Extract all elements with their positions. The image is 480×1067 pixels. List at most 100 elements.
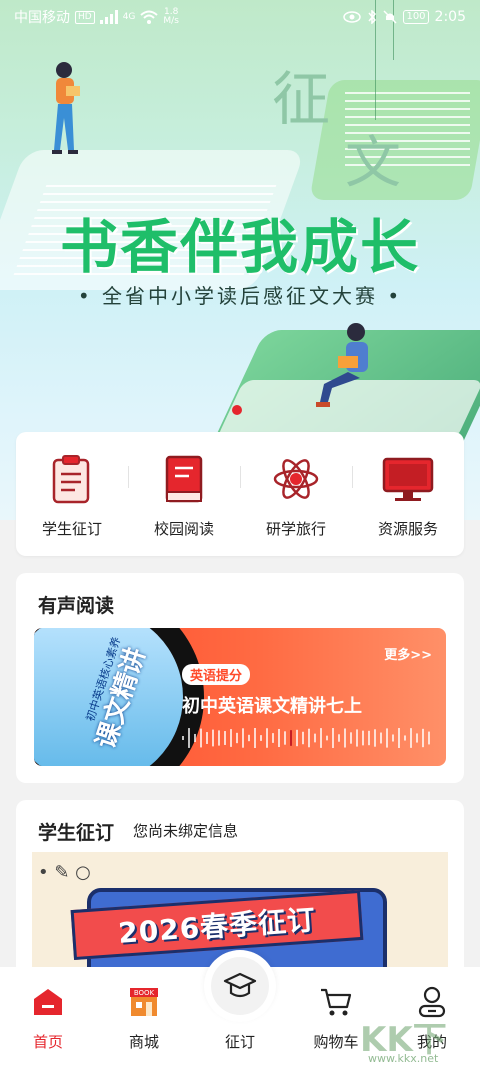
waveform-bar xyxy=(332,728,334,748)
boy-reading-illustration xyxy=(316,323,368,407)
waveform-bar xyxy=(338,734,340,742)
waveform-bar xyxy=(254,728,256,748)
promo-text: 2026春季征订 xyxy=(117,903,317,950)
girl-reading-illustration xyxy=(52,62,80,154)
waveform-bar xyxy=(350,732,352,744)
waveform-bar xyxy=(266,728,268,748)
monitor-icon xyxy=(380,452,436,506)
waveform-bar xyxy=(296,729,298,747)
section-title: 学生征订 xyxy=(38,822,115,844)
waveform-bar xyxy=(194,733,196,743)
quick-item-resource-service[interactable]: 资源服务 xyxy=(352,432,464,556)
waveform-bar xyxy=(362,730,364,746)
hero-subtitle: • 全省中小学读后感征文大赛 • xyxy=(77,284,403,308)
net-speed: 1.8 M/s xyxy=(163,8,179,26)
quick-item-label: 资源服务 xyxy=(377,520,438,538)
watermark-url: www.kkx.net xyxy=(368,1052,439,1065)
waveform-bar xyxy=(218,730,220,746)
waveform-bar xyxy=(326,735,328,741)
waveform-bar xyxy=(242,728,244,748)
quick-item-campus-reading[interactable]: 校园阅读 xyxy=(128,432,240,556)
waveform-bar xyxy=(224,731,226,745)
waveform-bar xyxy=(398,728,400,748)
waveform-bar xyxy=(320,728,322,748)
quick-item-study-travel[interactable]: 研学旅行 xyxy=(240,432,352,556)
atom-icon xyxy=(268,452,324,506)
audio-book-banner[interactable]: 初中英语核心素养 课文精讲 更多>> 英语提分 初中英语课文精讲七上 xyxy=(34,628,446,766)
carousel-indicator[interactable] xyxy=(232,405,242,415)
waveform-bar xyxy=(344,728,346,748)
net-speed-unit: M/s xyxy=(163,16,179,26)
waveform-bar xyxy=(188,728,190,748)
tab-label: 购物车 xyxy=(313,1033,359,1051)
waveform-bar xyxy=(314,733,316,743)
hero-char-wen: 文 xyxy=(345,131,401,196)
waveform-bar xyxy=(182,736,184,740)
waveform-bar xyxy=(206,732,208,744)
waveform-bar xyxy=(272,733,274,743)
wifi-icon xyxy=(140,10,159,24)
graduation-cap-icon xyxy=(223,972,257,998)
tab-store[interactable]: BOOK 商城 xyxy=(96,967,192,1067)
decor-dots: • ✎ ○ xyxy=(38,862,91,883)
waveform-bar xyxy=(302,731,304,745)
tab-label: 首页 xyxy=(32,1033,63,1051)
quick-access-card: 学生征订 校园阅读 研学旅行 资源服务 xyxy=(16,432,464,556)
waveform-bar xyxy=(392,734,394,742)
hero-title: 书香伴我成长 xyxy=(59,213,420,281)
hero-char-zheng: 征 xyxy=(272,65,331,133)
waveform-bar xyxy=(404,735,406,741)
mute-icon xyxy=(383,10,397,24)
waveform-bar xyxy=(290,730,292,746)
waveform-bar xyxy=(260,735,262,741)
vinyl-disc-icon: 初中英语核心素养 课文精讲 xyxy=(34,628,204,766)
binding-hint[interactable]: 您尚未绑定信息 xyxy=(133,820,238,841)
waveform-bar xyxy=(308,728,310,748)
store-icon: BOOK xyxy=(127,985,161,1019)
waveform-bar xyxy=(230,729,232,747)
book-cover: 初中英语核心素养 课文精讲 xyxy=(34,628,183,766)
eye-icon xyxy=(343,11,362,23)
waveform-bar xyxy=(278,728,280,748)
audio-book-title: 初中英语课文精讲七上 xyxy=(182,696,362,717)
waveform-bar xyxy=(416,733,418,743)
tab-label: 商城 xyxy=(128,1033,159,1051)
quick-item-label: 研学旅行 xyxy=(265,520,326,538)
waveform-bar xyxy=(410,728,412,748)
bluetooth-icon xyxy=(368,10,377,24)
waveform-bar xyxy=(374,729,376,747)
clock: 2:05 xyxy=(434,9,466,25)
cart-icon xyxy=(319,985,353,1019)
waveform-bar xyxy=(422,728,424,748)
network-type: 4G xyxy=(122,12,136,22)
waveform-bar xyxy=(284,731,286,745)
waveform-bar xyxy=(248,734,250,742)
book-icon xyxy=(156,452,212,506)
waveform-bar xyxy=(386,728,388,748)
quick-item-label: 学生征订 xyxy=(41,520,102,538)
clipboard-icon xyxy=(44,452,100,506)
waveform-bar xyxy=(380,732,382,744)
subscribe-center-button[interactable] xyxy=(204,950,276,1022)
waveform-bar xyxy=(428,731,430,745)
tab-label: 征订 xyxy=(224,1033,255,1051)
carrier-label: 中国移动 xyxy=(14,10,70,26)
home-icon xyxy=(31,985,65,1019)
more-link[interactable]: 更多>> xyxy=(384,644,432,663)
waveform-bar xyxy=(236,732,238,744)
battery-indicator: 100 xyxy=(403,10,429,24)
waveform-bar xyxy=(368,730,370,746)
audio-reading-card: 有声阅读 初中英语核心素养 课文精讲 更多>> 英语提分 初中英语课文精讲七上 xyxy=(16,573,464,783)
quick-item-label: 校园阅读 xyxy=(153,520,214,538)
status-bar: 中国移动 HD 4G 1.8 M/s 100 2:05 xyxy=(0,0,480,34)
section-title: 有声阅读 xyxy=(38,595,115,617)
waveform-bar xyxy=(356,729,358,747)
category-tag: 英语提分 xyxy=(182,664,251,685)
hd-badge: HD xyxy=(75,10,95,24)
waveform-bar xyxy=(212,729,214,747)
audio-waveform-icon xyxy=(182,728,430,748)
quick-item-student-subscription[interactable]: 学生征订 xyxy=(16,432,128,556)
tab-home[interactable]: 首页 xyxy=(0,967,96,1067)
waveform-bar xyxy=(200,728,202,748)
signal-icon xyxy=(99,10,118,24)
